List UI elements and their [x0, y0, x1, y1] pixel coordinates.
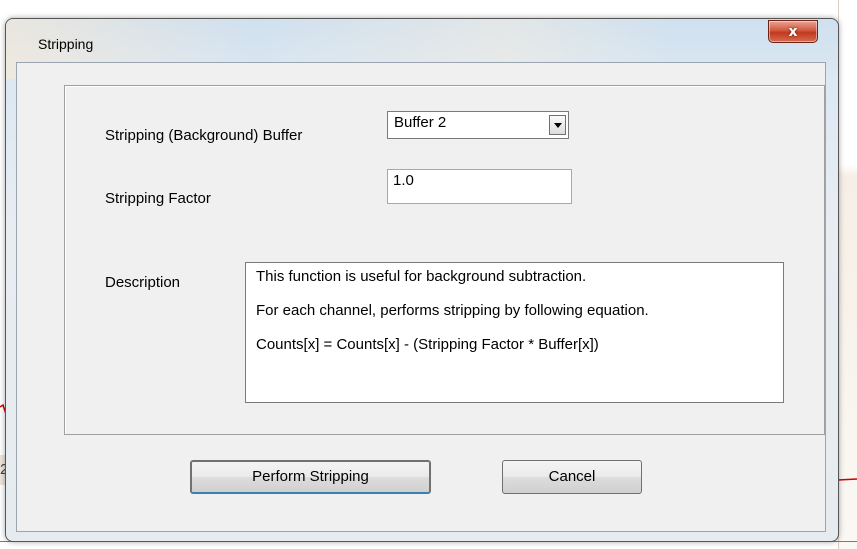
description-line: This function is useful for background s…	[256, 268, 587, 285]
background-chart-trace-right	[838, 478, 857, 481]
close-icon: x	[788, 23, 798, 40]
cancel-button[interactable]: Cancel	[502, 460, 642, 494]
chevron-down-icon[interactable]	[549, 115, 566, 135]
buffer-select[interactable]: Buffer 2	[387, 111, 569, 139]
description-text-area[interactable]: This function is useful for background s…	[245, 262, 784, 403]
background-window-edge	[838, 0, 857, 549]
perform-stripping-button[interactable]: Perform Stripping	[190, 460, 431, 494]
factor-label: Stripping Factor	[105, 190, 211, 207]
buffer-select-value: Buffer 2	[394, 114, 447, 131]
description-line: For each channel, performs stripping by …	[256, 302, 649, 319]
description-label: Description	[105, 274, 181, 291]
stripping-factor-value[interactable]: 1.0	[393, 172, 414, 189]
stripping-factor-input[interactable]: 1.0	[387, 169, 572, 204]
buffer-label: Stripping (Background) Buffer	[105, 127, 303, 144]
close-button[interactable]: x	[768, 20, 818, 43]
description-line: Counts[x] = Counts[x] - (Stripping Facto…	[256, 336, 599, 353]
dialog-title: Stripping	[38, 36, 94, 52]
